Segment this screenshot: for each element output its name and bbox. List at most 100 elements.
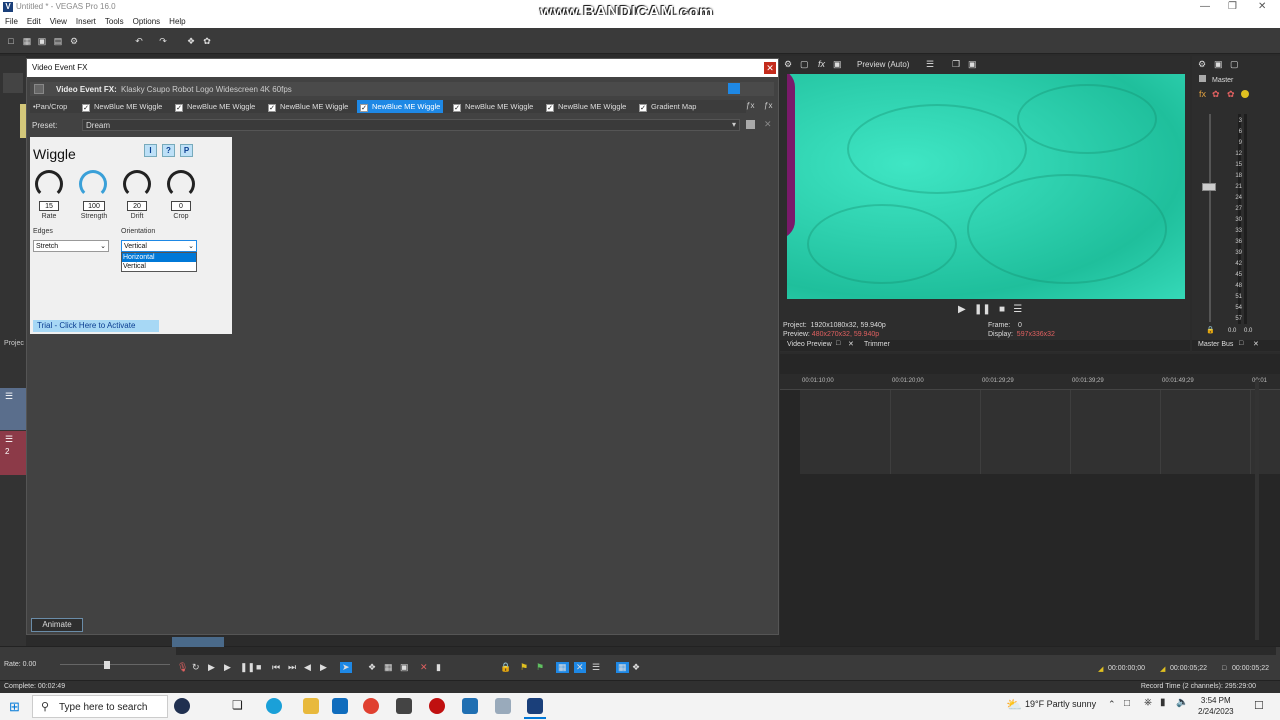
record-icon[interactable]: 🎙 [177, 662, 188, 673]
chain-item-wiggle-5[interactable]: ✓ NewBlue ME Wiggle [453, 100, 533, 113]
tab-trimmer[interactable]: Trimmer [864, 341, 890, 348]
file-explorer-icon[interactable] [303, 698, 319, 714]
pause-icon[interactable]: ❚❚ [974, 304, 991, 315]
minimize-icon[interactable]: — [1200, 1, 1210, 12]
option-vertical[interactable]: Vertical [122, 262, 196, 271]
overlays-menu-icon[interactable]: ☰ [926, 59, 934, 70]
master-mute-icon[interactable] [1241, 90, 1249, 98]
fx-plugin-icon[interactable]: ✿ [202, 36, 212, 46]
soccer-app-icon[interactable] [174, 698, 190, 714]
task-view-icon[interactable]: ❏ [232, 698, 243, 712]
preset-dropdown[interactable]: Dream ▾ [82, 119, 740, 131]
chevron-up-icon[interactable]: ⌃ [1108, 699, 1116, 710]
trial-activate-button[interactable]: Trial - Click Here to Activate [33, 320, 159, 332]
plugin-chooser-icon[interactable] [728, 83, 740, 94]
menu-help[interactable]: Help [169, 15, 185, 28]
drift-value-field[interactable]: 20 [127, 201, 147, 211]
track-menu-icon[interactable]: ☰ [5, 434, 13, 445]
save-preset-icon[interactable] [746, 120, 755, 129]
help-button[interactable]: ? [162, 144, 175, 157]
vegas-taskbar-icon[interactable] [527, 698, 543, 714]
crop-value-field[interactable]: 0 [171, 201, 191, 211]
checkbox[interactable]: ✓ [453, 104, 461, 112]
tab-video-preview[interactable]: Video Preview [787, 341, 832, 348]
menu-view[interactable]: View [50, 15, 67, 28]
remove-fx-icon[interactable]: ƒx [764, 101, 772, 110]
checkbox[interactable]: ✓ [82, 104, 90, 112]
lock-icon[interactable]: 🔒 [1206, 326, 1215, 334]
redo-icon[interactable]: ↷ [158, 36, 168, 46]
info-button[interactable]: I [144, 144, 157, 157]
checkbox[interactable]: ✓ [360, 104, 368, 112]
checkbox[interactable]: ✓ [175, 104, 183, 112]
master-fx-icon[interactable]: fx [1199, 89, 1206, 99]
master-settings-gear-icon[interactable]: ⚙ [1198, 59, 1206, 70]
media-player-icon[interactable] [462, 698, 478, 714]
preview-settings-gear-icon[interactable]: ⚙ [784, 59, 792, 70]
project-media-tab[interactable]: Projec [4, 340, 24, 347]
selection-tool-icon[interactable]: ▦ [384, 662, 393, 673]
master-fx-chain-icon[interactable]: ✿ [1212, 89, 1220, 100]
pause-icon[interactable]: ❚❚ [240, 662, 255, 673]
restore-icon[interactable]: ❐ [1228, 1, 1237, 12]
menu-file[interactable]: File [5, 15, 18, 28]
chrome-browser-icon[interactable] [363, 698, 379, 714]
master-fader-handle[interactable] [1202, 183, 1216, 191]
marker-icon[interactable]: ⚑ [520, 662, 528, 673]
horizontal-scrollbar[interactable] [176, 647, 1276, 655]
calculator-icon[interactable] [396, 698, 412, 714]
track-menu-icon[interactable]: ☰ [5, 391, 13, 402]
undo-icon[interactable]: ↶ [134, 36, 144, 46]
ignore-grouping-icon[interactable]: ❖ [632, 662, 640, 673]
play-from-start-icon[interactable]: ▶ [208, 662, 215, 673]
chain-item-wiggle-6[interactable]: ✓ NewBlue ME Wiggle [546, 100, 626, 113]
volume-icon[interactable]: 🔈 [1176, 697, 1188, 708]
lock-envelopes-icon[interactable]: ▦ [616, 662, 629, 673]
checkbox[interactable]: ✓ [546, 104, 554, 112]
undock-icon[interactable]: □ [836, 340, 840, 347]
chain-item-wiggle-2[interactable]: ✓ NewBlue ME Wiggle [175, 100, 255, 113]
chain-item-wiggle-1[interactable]: ✓ NewBlue ME Wiggle [82, 100, 162, 113]
timeline-ruler[interactable]: 00:01:10;00 00:01:20;00 00:01:29;29 00:0… [780, 374, 1280, 390]
save-icon[interactable]: ▣ [37, 36, 47, 46]
checkbox[interactable]: ✓ [639, 104, 647, 112]
event-fx-icon[interactable]: ❖ [186, 36, 196, 46]
edge-browser-icon[interactable] [266, 698, 282, 714]
master-automation-icon[interactable]: ✿ [1227, 89, 1235, 100]
battery-icon[interactable]: ▮ [1160, 697, 1166, 708]
go-to-start-icon[interactable]: ⏮ [272, 662, 280, 673]
prev-frame-icon[interactable]: ◀ [304, 662, 311, 673]
ripple-edit-icon[interactable]: ☰ [592, 662, 600, 673]
chain-item-gradient-map[interactable]: ✓ Gradient Map [639, 100, 696, 113]
preview-quality-dropdown[interactable]: Preview (Auto) [857, 60, 909, 69]
menu-options[interactable]: Options [133, 15, 161, 28]
lock-icon[interactable]: 🔒 [500, 662, 511, 673]
play-icon[interactable]: ▶ [958, 304, 966, 315]
checkbox[interactable]: ✓ [268, 104, 276, 112]
animate-button[interactable]: Animate [31, 618, 83, 632]
copy-snapshot-icon[interactable]: ❐ [952, 59, 960, 70]
normal-edit-tool-icon[interactable]: ➤ [340, 662, 352, 673]
master-window-icon[interactable]: ▣ [1214, 59, 1223, 70]
weather-text[interactable]: 19°F Partly sunny [1025, 699, 1096, 709]
chain-item-wiggle-3[interactable]: ✓ NewBlue ME Wiggle [268, 100, 348, 113]
properties-gear-icon[interactable]: ⚙ [69, 36, 79, 46]
delete-icon[interactable]: ✕ [420, 662, 428, 673]
presets-button[interactable]: P [180, 144, 193, 157]
edges-dropdown[interactable]: Stretch ⌄ [33, 240, 109, 252]
loop-icon[interactable]: ↻ [192, 662, 200, 673]
chain-item-pan-crop[interactable]: •Pan/Crop [33, 100, 67, 113]
render-icon[interactable]: ▤ [53, 36, 63, 46]
network-icon[interactable]: □ [1124, 698, 1130, 709]
menu-icon[interactable]: ☰ [1013, 304, 1022, 315]
delete-preset-icon[interactable]: ✕ [764, 119, 772, 130]
rate-value-field[interactable]: 15 [39, 201, 59, 211]
chain-item-wiggle-4-selected[interactable]: ✓ NewBlue ME Wiggle [357, 100, 444, 113]
menu-tools[interactable]: Tools [105, 15, 124, 28]
snapping-icon[interactable]: ▦ [556, 662, 569, 673]
close-icon[interactable]: ✕ [1253, 340, 1259, 348]
video-track-header[interactable]: ☰ [0, 388, 26, 430]
fx-chain-icon[interactable]: ƒx [746, 101, 754, 110]
play-icon[interactable]: ▶ [224, 662, 231, 673]
next-frame-icon[interactable]: ▶ [320, 662, 327, 673]
